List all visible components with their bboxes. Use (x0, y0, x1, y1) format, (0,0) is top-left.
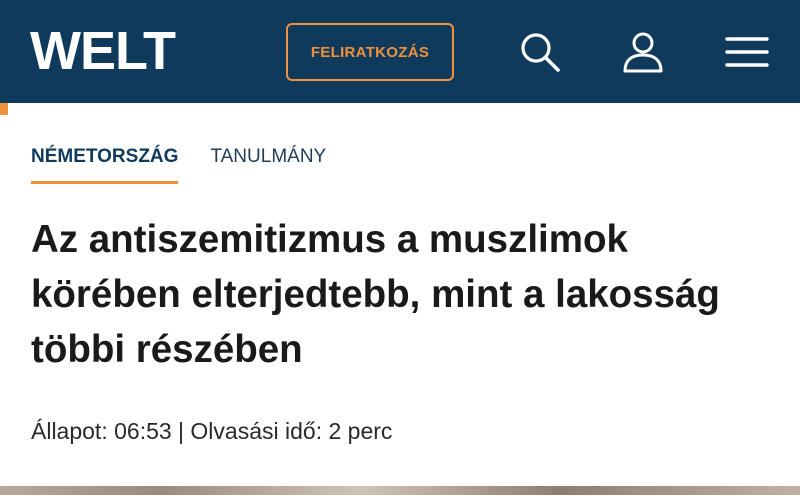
search-button[interactable] (515, 27, 565, 77)
topic-tabs: NÉMETORSZÁG TANULMÁNY (31, 146, 326, 184)
account-button[interactable] (618, 27, 668, 77)
site-header: WELT FELIRATKOZÁS (0, 0, 800, 103)
subscribe-button[interactable]: FELIRATKOZÁS (286, 23, 454, 81)
tab-nemetorszag[interactable]: NÉMETORSZÁG (31, 146, 179, 184)
user-icon (623, 32, 663, 73)
header-accent-strip (0, 103, 8, 115)
article-image (0, 486, 800, 495)
menu-icon (725, 37, 769, 67)
article-title: Az antiszemitizmus a muszlimok körében e… (31, 218, 720, 371)
search-icon (521, 33, 560, 72)
tab-tanulmany[interactable]: TANULMÁNY (210, 146, 326, 176)
welt-logo[interactable]: WELT (30, 24, 176, 78)
menu-button[interactable] (722, 27, 772, 77)
article-meta: Állapot: 06:53 | Olvasási idő: 2 perc (31, 418, 393, 444)
